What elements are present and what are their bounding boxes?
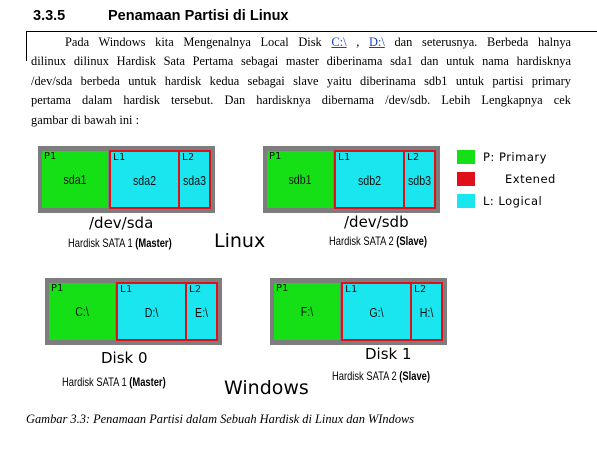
legend-logical-swatch bbox=[457, 194, 475, 208]
device-name-disk-0: Disk 0 bbox=[101, 349, 148, 367]
partition-tag: L1 bbox=[345, 284, 358, 295]
partition-tag: L1 bbox=[338, 152, 351, 163]
device-name-sda: /dev/sda bbox=[89, 214, 154, 232]
sata-label-2: Hardisk SATA 2 (Slave) bbox=[329, 234, 427, 248]
sata-role: (Slave) bbox=[396, 234, 427, 248]
paragraph-text: , bbox=[346, 35, 369, 49]
legend-primary-label: P: Primary bbox=[483, 150, 547, 164]
legend-extended-label: Extened bbox=[505, 172, 556, 186]
link-c-drive[interactable]: C:\ bbox=[331, 35, 346, 49]
section-number: 3.3.5 bbox=[33, 8, 66, 24]
partition-sda1: P1 sda1 bbox=[42, 151, 108, 208]
legend-extended-swatch bbox=[457, 172, 475, 186]
paragraph-text: Pada Windows kita Mengenalnya Local Disk bbox=[65, 35, 332, 49]
partition-tag: P1 bbox=[269, 151, 282, 162]
sata-role: (Master) bbox=[135, 236, 172, 250]
sata-text: Hardisk SATA 2 bbox=[329, 234, 397, 248]
legend-primary-swatch bbox=[457, 150, 475, 164]
partition-name: G:\ bbox=[369, 306, 384, 320]
partition-name: sda2 bbox=[132, 174, 157, 188]
section-rule bbox=[26, 31, 597, 32]
device-name-disk-1: Disk 1 bbox=[365, 345, 412, 363]
sata-label-3: Hardisk SATA 1 (Master) bbox=[62, 375, 166, 389]
partition-tag: P1 bbox=[44, 151, 57, 162]
section-rule-left bbox=[26, 31, 27, 61]
sata-label-1: Hardisk SATA 1 (Master) bbox=[68, 236, 172, 250]
sata-text: Hardisk SATA 1 bbox=[62, 375, 130, 389]
partition-tag: L2 bbox=[407, 152, 420, 163]
disk-0: P1 C:\ L1 D:\ L2 E:\ bbox=[45, 278, 222, 345]
body-paragraph: Pada Windows kita Mengenalnya Local Disk… bbox=[31, 33, 571, 130]
partition-f: P1 F:\ bbox=[274, 283, 340, 340]
paragraph-text: dan seterusnya. Berbeda halnya bbox=[384, 35, 572, 49]
partition-name: sdb1 bbox=[288, 173, 312, 187]
partition-sdb1: P1 sdb1 bbox=[267, 151, 333, 208]
partition-tag: L1 bbox=[120, 284, 133, 295]
partition-tag: L2 bbox=[182, 152, 195, 163]
disk-1: P1 F:\ L1 G:\ L2 H:\ bbox=[270, 278, 447, 345]
partition-sdb2: L1 sdb2 bbox=[336, 152, 403, 207]
paragraph-line-1: Pada Windows kita Mengenalnya Local Disk… bbox=[31, 33, 571, 52]
sata-text: Hardisk SATA 2 bbox=[332, 369, 400, 383]
sata-label-4: Hardisk SATA 2 (Slave) bbox=[332, 369, 430, 383]
partition-sda2: L1 sda2 bbox=[111, 152, 178, 207]
partition-d: L1 D:\ bbox=[118, 284, 185, 339]
sata-text: Hardisk SATA 1 bbox=[68, 236, 136, 250]
partition-tag: P1 bbox=[51, 283, 64, 294]
link-d-drive[interactable]: D:\ bbox=[369, 35, 385, 49]
partition-name: F:\ bbox=[300, 305, 314, 319]
partition-sda3: L2 sda3 bbox=[180, 152, 209, 207]
partition-name: sdb3 bbox=[407, 174, 432, 188]
section-title: Penamaan Partisi di Linux bbox=[108, 8, 289, 24]
disk-sdb: P1 sdb1 L1 sdb2 L2 sdb3 bbox=[263, 146, 440, 213]
disk-sda: P1 sda1 L1 sda2 L2 sda3 bbox=[38, 146, 215, 213]
partition-name: C:\ bbox=[75, 305, 89, 319]
partition-name: H:\ bbox=[419, 306, 434, 320]
partition-name: E:\ bbox=[194, 306, 208, 320]
windows-label: Windows bbox=[224, 377, 309, 399]
partition-tag: L2 bbox=[414, 284, 427, 295]
paragraph-line-4: pertama dalam hardisk tersebut. Dan hard… bbox=[31, 93, 571, 108]
partition-tag: L1 bbox=[113, 152, 126, 163]
partition-tag: L2 bbox=[189, 284, 202, 295]
partition-name: sda1 bbox=[63, 173, 87, 187]
linux-label: Linux bbox=[214, 230, 266, 252]
partition-name: sdb2 bbox=[357, 174, 382, 188]
partition-name: sda3 bbox=[182, 174, 207, 188]
sata-role: (Master) bbox=[129, 375, 166, 389]
sata-role: (Slave) bbox=[399, 369, 430, 383]
partition-sdb3: L2 sdb3 bbox=[405, 152, 434, 207]
partition-e: L2 E:\ bbox=[187, 284, 216, 339]
paragraph-line-3: /dev/sda berbeda untuk hardisk kedua seb… bbox=[31, 73, 571, 88]
section-heading: 3.3.5 Penamaan Partisi di Linux bbox=[33, 8, 289, 24]
paragraph-line-2: dilinux dilinux Hardisk Sata Pertama seb… bbox=[31, 54, 571, 69]
partition-name: D:\ bbox=[144, 306, 159, 320]
device-name-sdb: /dev/sdb bbox=[344, 213, 409, 231]
figure-caption: Gambar 3.3: Penamaan Partisi dalam Sebua… bbox=[26, 412, 415, 426]
paragraph-line-5: gambar di bawah ini : bbox=[31, 112, 140, 127]
partition-h: L2 H:\ bbox=[412, 284, 441, 339]
legend-logical-label: L: Logical bbox=[483, 194, 543, 208]
partition-tag: P1 bbox=[276, 283, 289, 294]
partition-g: L1 G:\ bbox=[343, 284, 410, 339]
partition-c: P1 C:\ bbox=[49, 283, 115, 340]
